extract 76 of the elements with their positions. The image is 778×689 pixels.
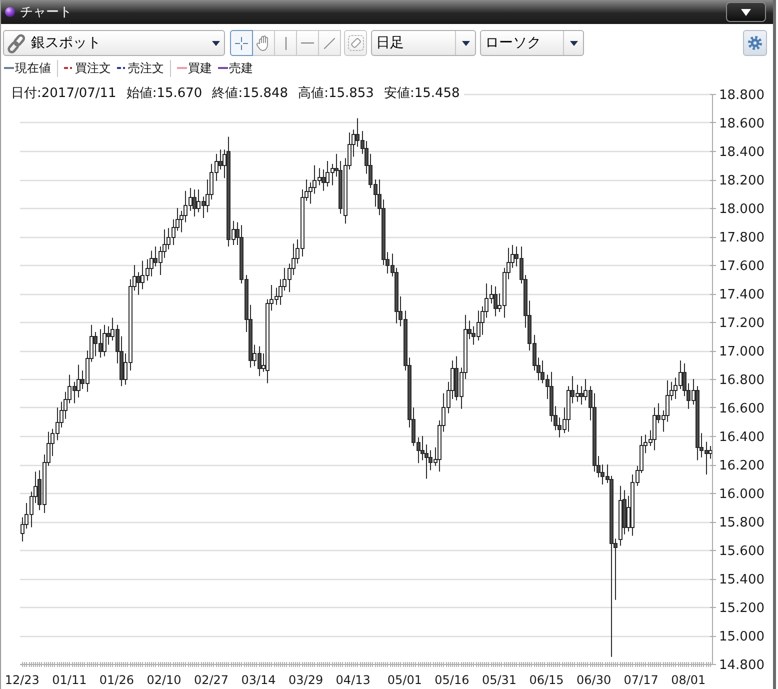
y-axis-label: 18.400 — [719, 145, 764, 160]
crosshair-tool-button[interactable] — [230, 30, 253, 56]
x-axis-label: 07/17 — [624, 673, 658, 687]
orb-icon — [5, 7, 15, 17]
hand-tool-button[interactable] — [252, 30, 275, 56]
y-axis-label: 17.600 — [719, 259, 764, 274]
y-axis-label: 16.200 — [719, 458, 764, 474]
crosshair-icon — [235, 36, 248, 50]
legend-label: 買建 — [188, 60, 212, 76]
y-axis-label: 16.400 — [719, 430, 764, 445]
period-dropdown[interactable]: 日足 — [371, 30, 476, 56]
eraser-icon — [348, 35, 364, 51]
x-axis-label: 12/23 — [4, 673, 40, 687]
y-axis-label: 15.200 — [719, 601, 764, 616]
candlestick — [102, 324, 106, 357]
candlestick — [494, 286, 498, 317]
horizontal-line-tool-button[interactable] — [296, 30, 319, 56]
y-axis-label: 18.000 — [719, 202, 764, 217]
candlestick — [218, 149, 222, 170]
x-axis-label: 04/13 — [336, 673, 370, 687]
eraser-tool-button[interactable] — [344, 30, 367, 56]
candlestick — [580, 386, 584, 406]
vertical-line-tool-button[interactable] — [274, 30, 297, 56]
legend-label: 売注文 — [128, 60, 164, 76]
x-axis-label: 05/01 — [387, 673, 422, 687]
candlestick — [652, 407, 656, 451]
y-axis-label: 18.800 — [719, 88, 764, 103]
candlestick — [136, 272, 140, 296]
candlestick — [150, 250, 154, 277]
caret-icon — [570, 40, 578, 46]
y-axis-label: 15.000 — [719, 630, 764, 644]
y-axis-label: 18.600 — [719, 116, 764, 132]
diagonal-line-icon — [324, 38, 335, 48]
window-title: チャート — [20, 4, 72, 21]
horizontal-line-icon — [301, 42, 314, 44]
chart-type-dropdown[interactable]: ローソク — [480, 30, 584, 56]
caret-icon — [741, 8, 751, 16]
legend-label: 現在値 — [15, 60, 51, 76]
y-axis-label: 16.600 — [719, 402, 764, 416]
candlestick — [192, 188, 196, 218]
hand-icon — [256, 35, 271, 51]
legend-label: 売建 — [229, 60, 253, 76]
candlestick — [322, 169, 326, 192]
caret-icon — [462, 40, 470, 46]
y-axis-label: 18.200 — [719, 174, 764, 188]
x-axis-label: 05/16 — [434, 673, 470, 687]
x-axis-label: 02/27 — [194, 673, 229, 687]
x-axis-label: 06/15 — [529, 673, 564, 687]
vertical-line-icon — [284, 36, 286, 50]
x-axis-label: 05/31 — [482, 673, 517, 687]
x-axis-label: 08/01 — [671, 673, 706, 687]
y-axis-label: 16.800 — [719, 373, 764, 388]
caret-icon — [212, 40, 220, 46]
x-axis-label: 01/26 — [99, 673, 134, 687]
x-axis-label: 03/14 — [241, 673, 276, 687]
y-axis-label: 15.400 — [719, 572, 764, 588]
x-axis-label: 03/29 — [288, 673, 324, 687]
y-axis-label: 16.000 — [719, 487, 764, 502]
symbol-dropdown[interactable]: 銀スポット — [3, 30, 225, 56]
y-axis-label: 15.600 — [719, 544, 764, 559]
settings-button[interactable] — [743, 30, 767, 56]
legend-label: 買注文 — [75, 60, 111, 76]
y-axis-label: 17.800 — [719, 230, 764, 246]
settings-icon — [748, 36, 762, 50]
y-axis-label: 17.400 — [719, 288, 764, 302]
candlestick — [708, 445, 712, 460]
y-axis-label: 15.800 — [719, 516, 764, 530]
x-axis-label: 02/10 — [146, 673, 182, 687]
y-axis-label: 17.200 — [719, 316, 764, 331]
trend-line-tool-button[interactable] — [318, 30, 341, 56]
menu-dropdown-button[interactable] — [726, 2, 766, 22]
x-axis-label: 06/30 — [576, 673, 612, 687]
x-axis-label: 01/11 — [52, 673, 87, 687]
chain-icon — [7, 32, 27, 54]
y-axis-label: 17.000 — [719, 344, 764, 360]
y-axis-label: 14.800 — [719, 658, 764, 673]
